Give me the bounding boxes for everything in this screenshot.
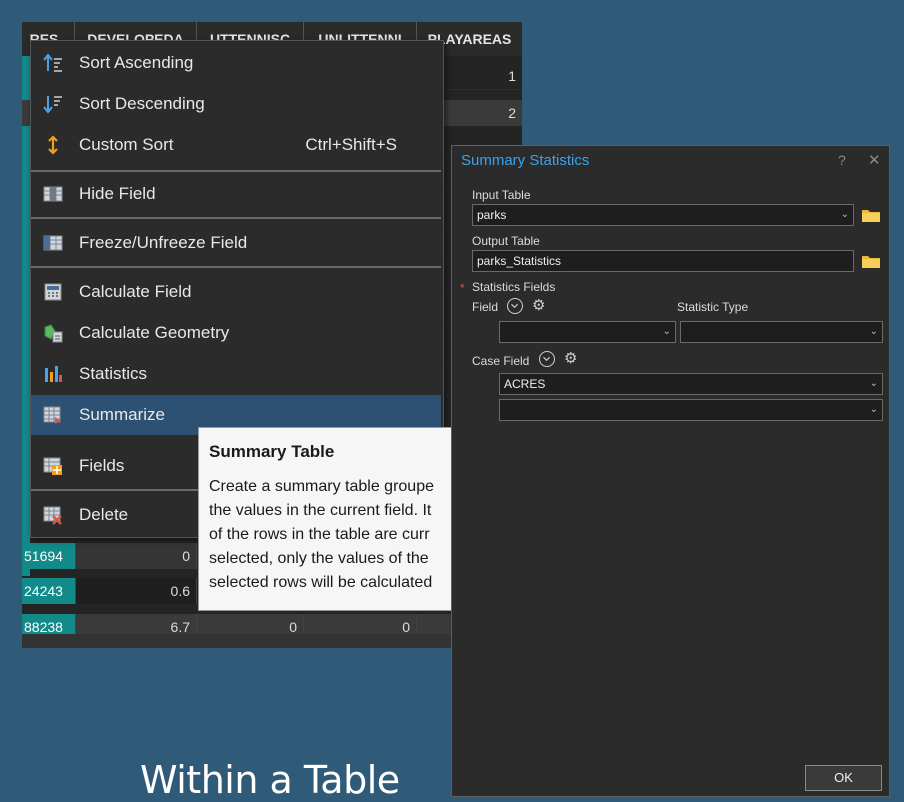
help-icon[interactable]: ? [838,152,846,168]
hide-field-icon [43,186,63,202]
input-table-label: Input Table [472,188,531,202]
menu-item-label: Fields [79,456,125,475]
gear-icon[interactable]: ⚙ [564,351,577,367]
tooltip-title: Summary Table [209,442,335,461]
fields-icon [43,457,62,475]
dialog-titlebar[interactable]: Summary Statistics ? ✕ [452,146,889,174]
output-table-field[interactable]: parks_Statistics [472,250,854,272]
tooltip-text-line: Create a summary table groupe [209,478,434,495]
menu-item-shortcut: Ctrl+Shift+S [305,135,397,154]
calculate-geometry-icon [44,324,63,343]
freeze-field-icon [43,235,63,251]
menu-item-label: Delete [79,505,129,524]
field-dropdown[interactable]: ⌄ [499,321,676,343]
slide-title: Within a Table [140,758,400,802]
table-cell[interactable]: 6.7 [76,614,197,635]
tooltip-text-line: the values in the current field. It [209,502,432,519]
statistics-icon [45,366,62,382]
menu-separator [31,170,441,172]
tooltip-text-line: of the rows in the table are curr [209,526,430,543]
horizontal-scrollbar[interactable] [22,634,522,648]
summarize-icon [43,406,61,424]
menu-item-sort-ascending[interactable]: Sort Ascending [31,43,441,83]
chevron-down-icon: ⌄ [869,326,878,337]
statistic-type-dropdown[interactable]: ⌄ [680,321,883,343]
table-cell[interactable]: 24243 [22,578,76,604]
case-field-label: Case Field [472,354,530,368]
summarize-tooltip: Summary Table Create a summary table gro… [198,427,452,611]
table-cell[interactable]: 0.6 [76,578,197,604]
menu-item-label: Hide Field [79,184,156,203]
menu-item-statistics[interactable]: Statistics [31,354,441,394]
sort-ascending-icon [43,53,62,72]
dialog-title: Summary Statistics [461,152,590,169]
menu-item-label: Sort Ascending [79,53,194,72]
summary-statistics-dialog: Summary Statistics ? ✕ Input Table parks… [451,145,890,797]
ok-button[interactable]: OK [805,765,882,791]
menu-separator [31,217,441,219]
table-cell[interactable]: 0 [76,543,197,569]
menu-item-label: Summarize [79,405,165,424]
menu-item-freeze-field[interactable]: Freeze/Unfreeze Field [31,223,441,263]
case-field-dropdown[interactable]: ACRES ⌄ [499,373,883,395]
table-cell[interactable]: 0 [304,614,417,635]
input-table-value: parks [477,208,507,222]
field-column-label: Field [472,300,499,314]
table-cell[interactable]: 0 [197,614,304,635]
delete-field-icon [43,506,62,525]
chevron-down-icon: ⌄ [869,404,878,415]
case-field-dropdown[interactable]: ⌄ [499,399,883,421]
required-marker: * [460,281,465,295]
table-row[interactable]: 88238 6.7 0 0 [22,614,522,635]
menu-item-label: Sort Descending [79,94,205,113]
table-cell[interactable]: 88238 [22,614,76,635]
menu-item-label: Calculate Geometry [79,323,230,342]
menu-separator [31,266,441,268]
gear-icon[interactable]: ⚙ [532,298,545,314]
folder-icon[interactable] [862,208,880,222]
menu-item-label: Custom Sort [79,135,174,154]
folder-icon[interactable] [862,254,880,268]
output-table-label: Output Table [472,234,540,248]
menu-item-sort-descending[interactable]: Sort Descending [31,84,441,124]
menu-item-hide-field[interactable]: Hide Field [31,174,441,214]
chevron-down-icon: ⌄ [662,326,671,337]
tooltip-text-line: selected, only the values of the [209,550,429,567]
menu-item-calculate-field[interactable]: Calculate Field [31,272,441,312]
collapse-chevron-icon[interactable] [507,298,523,314]
custom-sort-icon [48,135,58,155]
menu-item-label: Freeze/Unfreeze Field [79,233,248,252]
menu-item-label: Statistics [79,364,148,383]
tooltip-text-line: selected rows will be calculated [209,574,433,591]
collapse-chevron-icon[interactable] [539,351,555,367]
menu-item-custom-sort[interactable]: Custom Sort Ctrl+Shift+S [31,125,441,165]
menu-item-calculate-geometry[interactable]: Calculate Geometry [31,313,441,353]
calculate-field-icon [44,283,62,301]
statistic-type-column-label: Statistic Type [677,300,749,314]
close-icon[interactable]: ✕ [868,151,881,169]
sort-descending-icon [43,96,62,114]
output-table-value: parks_Statistics [477,254,562,268]
menu-item-label: Calculate Field [79,282,192,301]
selected-column-strip [22,56,30,576]
case-field-value: ACRES [504,377,546,391]
statistics-fields-label: Statistics Fields [472,280,556,294]
chevron-down-icon: ⌄ [869,378,878,389]
input-table-dropdown[interactable]: parks ⌄ [472,204,854,226]
chevron-down-icon: ⌄ [840,209,849,220]
table-cell[interactable]: 51694 [22,543,76,569]
